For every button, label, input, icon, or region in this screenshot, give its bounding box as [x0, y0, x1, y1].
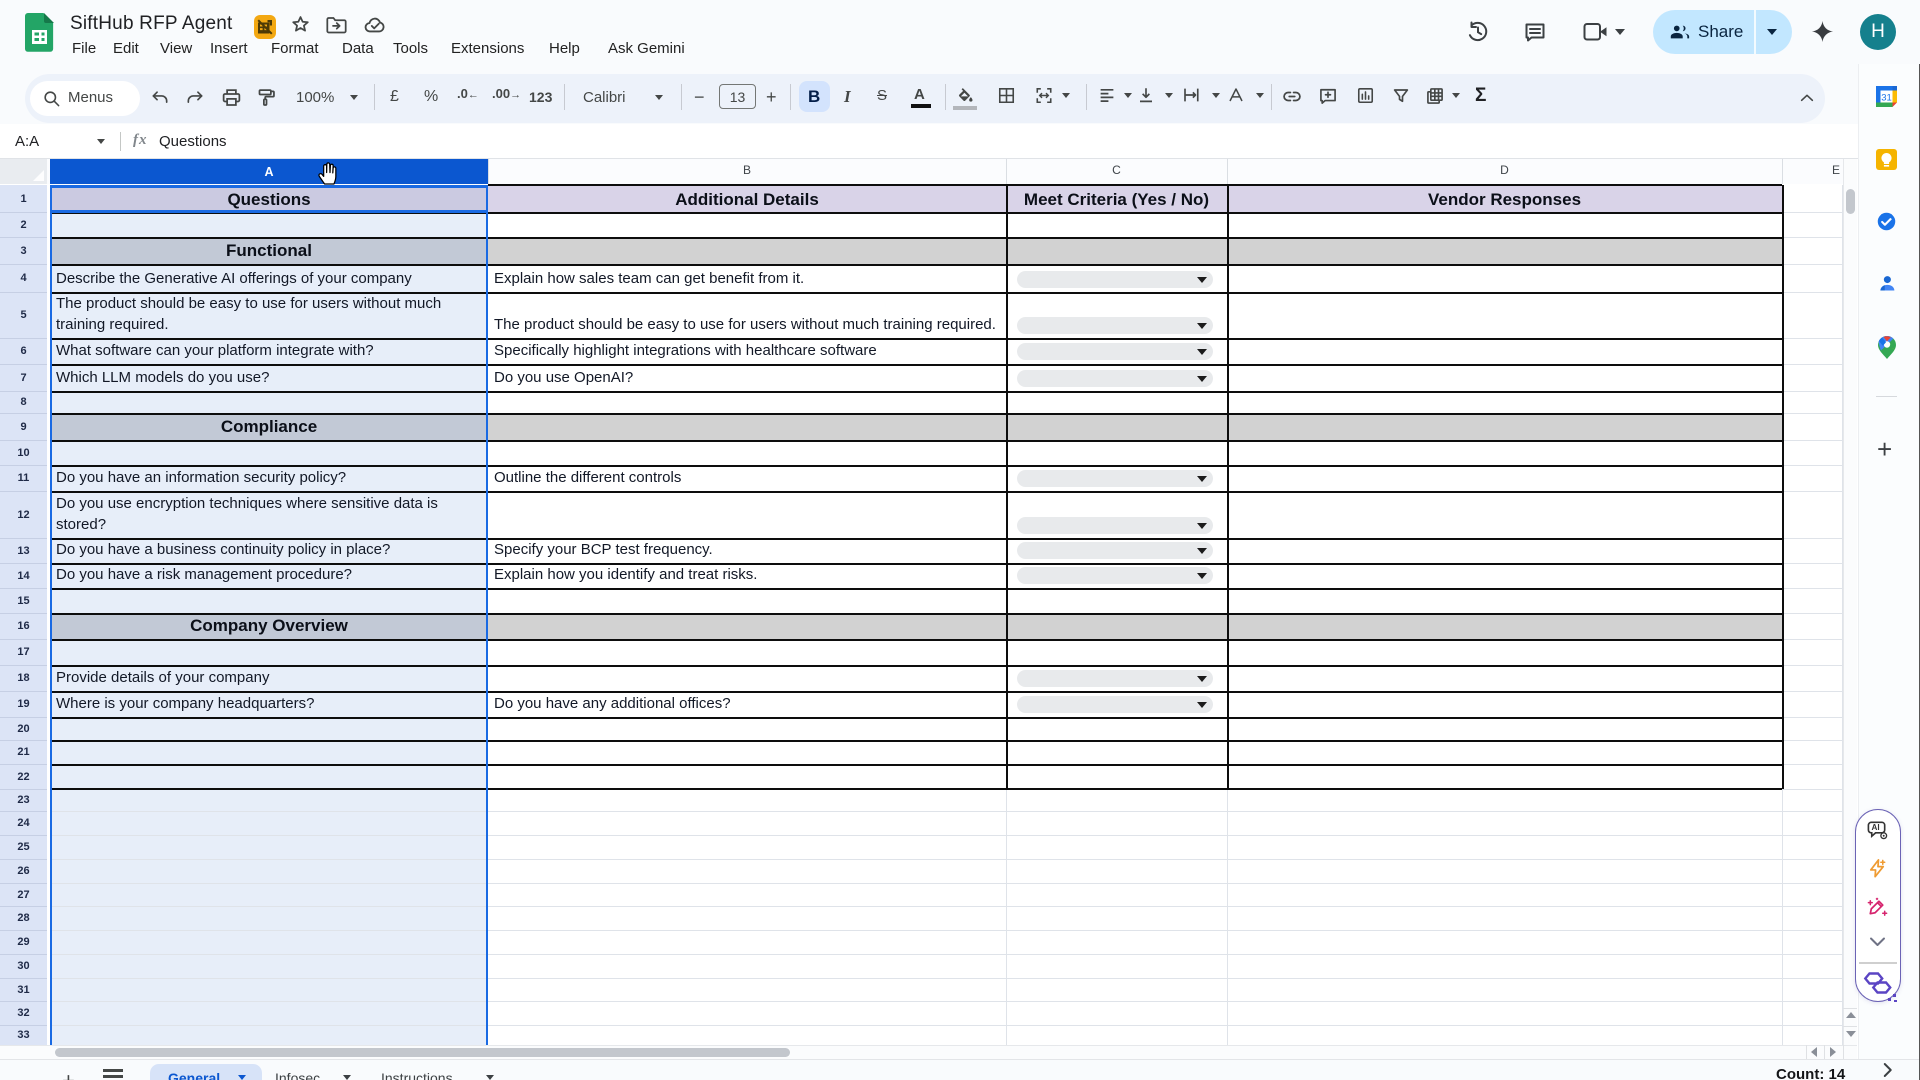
svg-text:31: 31: [1881, 93, 1892, 104]
svg-text:AI: AI: [1872, 823, 1880, 832]
